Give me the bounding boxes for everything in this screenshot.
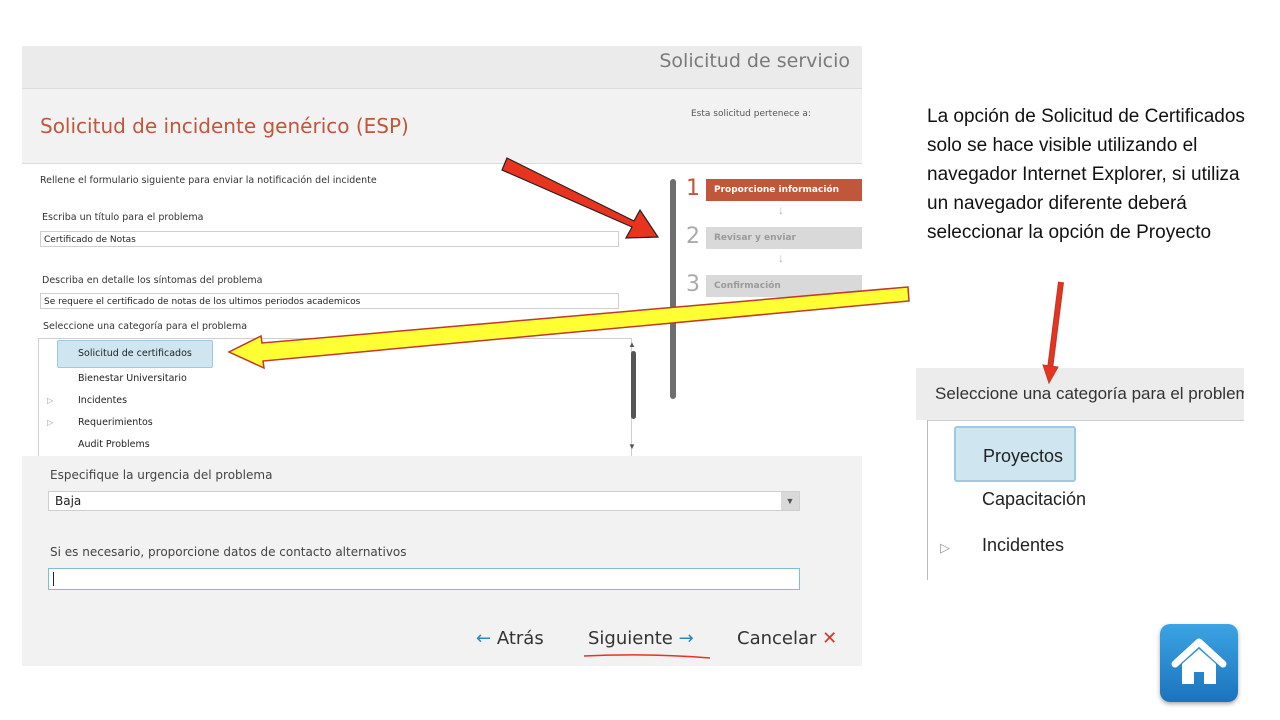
annotation-arrows — [227, 157, 1064, 385]
red-arrow-annotation — [501, 157, 660, 239]
thin-red-arrow-core — [1048, 281, 1063, 370]
yellow-arrow-annotation — [227, 286, 910, 370]
thin-red-arrowhead — [1042, 364, 1059, 385]
